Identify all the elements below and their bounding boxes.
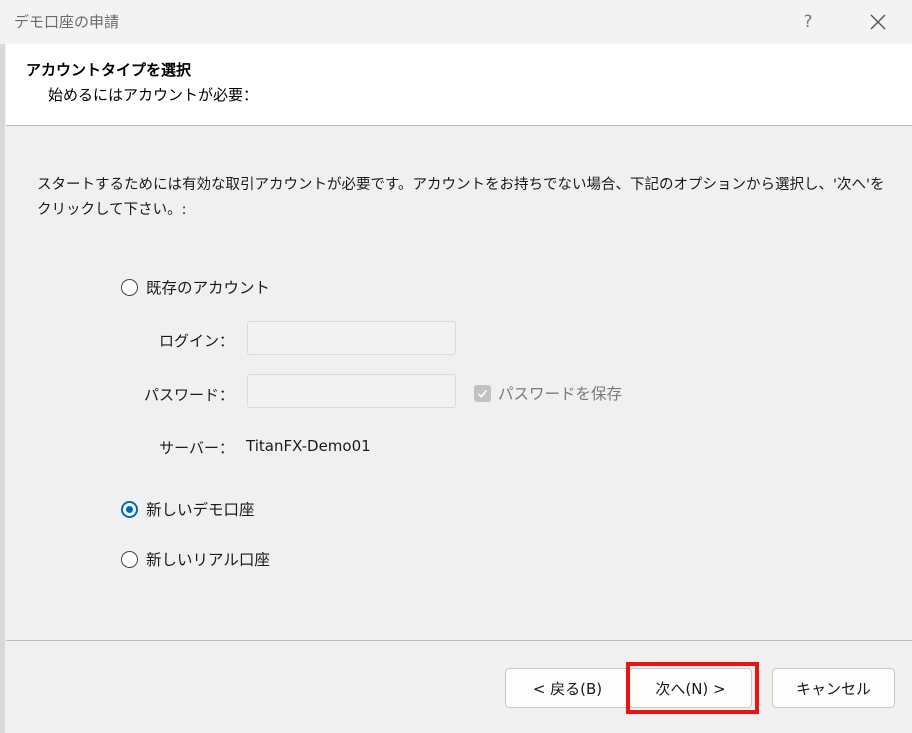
radio-new-real-label: 新しいリアル口座: [146, 551, 270, 569]
cancel-button[interactable]: キャンセル: [772, 668, 895, 708]
radio-existing-account[interactable]: 既存のアカウント: [121, 276, 270, 298]
radio-new-real-indicator[interactable]: [121, 550, 138, 568]
window-title: デモ口座の申請: [14, 13, 120, 31]
help-button[interactable]: ?: [790, 4, 826, 40]
radio-existing-indicator[interactable]: [121, 278, 138, 296]
page-title: アカウントタイプを選択: [26, 61, 192, 79]
save-password-checkbox[interactable]: パスワードを保存: [474, 382, 622, 404]
save-password-label: パスワードを保存: [498, 385, 623, 403]
server-value: TitanFX-Demo01: [246, 437, 371, 455]
next-button-highlight: [626, 662, 759, 714]
footer-divider: [6, 640, 912, 641]
radio-existing-label: 既存のアカウント: [146, 279, 271, 297]
password-input[interactable]: [247, 374, 456, 408]
close-icon: [870, 14, 886, 30]
close-button[interactable]: [860, 4, 896, 40]
save-password-check-icon: [474, 384, 491, 402]
wizard-body: スタートするためには有効な取引アカウントが必要です。アカウントをお持ちでない場合…: [6, 126, 912, 640]
login-label: ログイン：: [158, 332, 234, 350]
password-label: パスワード：: [143, 386, 234, 404]
page-subtitle: 始めるにはアカウントが必要：: [48, 86, 259, 104]
window-left-edge: [0, 44, 5, 733]
title-bar: デモ口座の申請 ?: [0, 0, 912, 44]
description-text: スタートするためには有効な取引アカウントが必要です。アカウントをお持ちでない場合…: [37, 177, 885, 218]
server-label: サーバー：: [159, 439, 234, 457]
radio-new-demo-label: 新しいデモ口座: [146, 501, 255, 519]
radio-new-real[interactable]: 新しいリアル口座: [121, 548, 270, 570]
back-button[interactable]: < 戻る(B): [505, 668, 630, 708]
login-input[interactable]: [247, 321, 456, 355]
radio-new-demo[interactable]: 新しいデモ口座: [121, 498, 255, 520]
wizard-header: アカウントタイプを選択 始めるにはアカウントが必要：: [6, 44, 912, 126]
radio-new-demo-indicator[interactable]: [121, 500, 138, 518]
